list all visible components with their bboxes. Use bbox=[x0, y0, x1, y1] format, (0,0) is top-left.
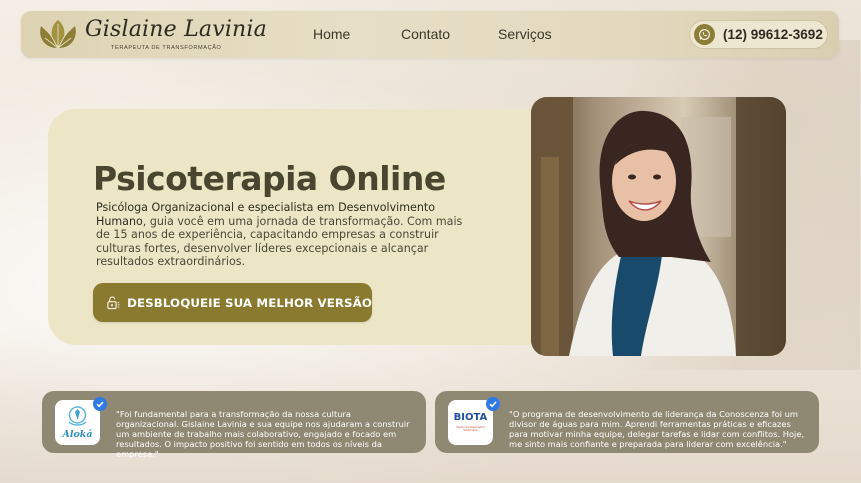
cta-label: DESBLOQUEIE SUA MELHOR VERSÃO bbox=[127, 295, 372, 310]
nav-home[interactable]: Home bbox=[313, 26, 350, 42]
verified-badge-icon bbox=[486, 397, 500, 411]
hero-title: Psicoterapia Online bbox=[93, 159, 446, 199]
lotus-leaf-icon bbox=[40, 20, 76, 49]
cta-button[interactable]: DESBLOQUEIE SUA MELHOR VERSÃO bbox=[93, 283, 372, 322]
hero-description: Psicóloga Organizacional e especialista … bbox=[96, 201, 464, 269]
company-logo-text: BIOTA bbox=[453, 412, 488, 423]
nav-servicos[interactable]: Serviços bbox=[498, 26, 552, 42]
hero-description-rest: , guia você em uma jornada de transforma… bbox=[96, 214, 463, 269]
testimonial-card: BIOTA Centro de Diagnóstico Veterinário … bbox=[435, 391, 819, 453]
verified-badge-icon bbox=[93, 397, 107, 411]
phone-number: (12) 99612-3692 bbox=[723, 27, 823, 42]
nav-contato[interactable]: Contato bbox=[401, 26, 450, 42]
company-logo-subtext: Centro de Diagnóstico Veterinário bbox=[456, 426, 485, 432]
brand-logo[interactable]: Gislaine Lavinia TERAPEUTA DE TRANSFORMA… bbox=[37, 17, 267, 54]
whatsapp-icon bbox=[694, 24, 715, 45]
testimonial-quote: "Foi fundamental para a transformação da… bbox=[116, 409, 410, 459]
site-header: Gislaine Lavinia TERAPEUTA DE TRANSFORMA… bbox=[21, 11, 839, 58]
brand-tagline: TERAPEUTA DE TRANSFORMAÇÃO bbox=[111, 45, 222, 51]
testimonial-card: Aloká "Foi fundamental para a transforma… bbox=[42, 391, 426, 459]
company-logo-text: Aloká bbox=[62, 429, 93, 440]
unlock-icon bbox=[107, 296, 120, 309]
testimonial-quote: "O programa de desenvolvimento de lidera… bbox=[509, 409, 805, 450]
brand-name: Gislaine Lavinia bbox=[85, 17, 267, 42]
whatsapp-phone-button[interactable]: (12) 99612-3692 bbox=[690, 21, 827, 48]
portrait-photo bbox=[531, 97, 786, 356]
